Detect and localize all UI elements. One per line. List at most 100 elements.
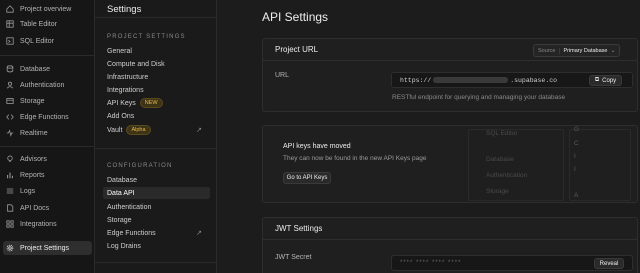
illustration-marker: A bbox=[574, 192, 579, 199]
copy-button[interactable]: ⧉ Copy bbox=[589, 75, 622, 86]
illustration-item: Database bbox=[486, 156, 514, 163]
nav-divider bbox=[0, 146, 95, 147]
sidebar-item-add-ons[interactable]: Add Ons bbox=[103, 110, 210, 122]
reveal-button-label: Reveal bbox=[599, 260, 619, 267]
page-title: API Settings bbox=[262, 10, 329, 24]
source-select[interactable]: Source Primary Database ⌄ bbox=[533, 44, 620, 57]
nav-item-authentication[interactable]: Authentication bbox=[3, 78, 92, 92]
chevron-down-icon: ⌄ bbox=[610, 48, 616, 54]
nav-item-label: Project overview bbox=[20, 5, 72, 13]
url-help-text: RESTful endpoint for querying and managi… bbox=[392, 94, 566, 101]
sidebar-item-general[interactable]: General bbox=[103, 45, 210, 57]
nav-item-reports[interactable]: Reports bbox=[3, 168, 92, 182]
sidebar-item-data-api[interactable]: Data API bbox=[103, 187, 210, 199]
nav-item-label: Project Settings bbox=[20, 244, 70, 252]
nav-item-label: Logs bbox=[20, 187, 36, 195]
nav-item-label: SQL Editor bbox=[20, 37, 54, 45]
nav-item-label: Reports bbox=[20, 171, 45, 179]
copy-icon: ⧉ bbox=[594, 77, 600, 83]
new-badge: NEW bbox=[139, 98, 163, 108]
table-icon bbox=[6, 20, 14, 28]
project-url-card: Project URL Source Primary Database ⌄ UR… bbox=[262, 38, 638, 112]
sidebar-item-infrastructure[interactable]: Infrastructure bbox=[103, 71, 210, 83]
illustration-item: SQL Editor bbox=[486, 130, 518, 137]
source-value: Primary Database bbox=[563, 47, 608, 54]
lightbulb-icon bbox=[6, 155, 14, 163]
illustration-marker: I bbox=[574, 153, 576, 160]
url-suffix: .supabase.co bbox=[510, 77, 558, 84]
nav-item-table-editor[interactable]: Table Editor bbox=[3, 17, 92, 31]
source-label: Source bbox=[534, 47, 561, 54]
sidebar-item-label: Vault bbox=[107, 126, 123, 134]
sidebar-item-storage[interactable]: Storage bbox=[103, 214, 210, 226]
sidebar-item-label: Storage bbox=[107, 216, 132, 224]
illustration-panel bbox=[468, 129, 564, 201]
archive-icon bbox=[6, 97, 14, 105]
sidebar-item-edge-functions[interactable]: Edge Functions ↗ bbox=[103, 227, 210, 239]
sidebar-item-compute-and-disk[interactable]: Compute and Disk bbox=[103, 58, 210, 70]
sidebar-item-api-keys[interactable]: API Keys NEW bbox=[103, 97, 210, 109]
illustration-marker: G bbox=[574, 126, 580, 133]
sidebar-item-label: Log Drains bbox=[107, 242, 141, 250]
nav-item-edge-functions[interactable]: Edge Functions bbox=[3, 110, 92, 124]
illustration-marker: C bbox=[574, 140, 579, 147]
nav-item-project-settings[interactable]: Project Settings bbox=[3, 241, 92, 255]
jwt-heading: JWT Settings bbox=[263, 218, 637, 240]
nav-item-api-docs[interactable]: API Docs bbox=[3, 201, 92, 215]
reveal-button[interactable]: Reveal bbox=[594, 258, 624, 269]
sidebar-divider bbox=[95, 148, 217, 149]
nav-item-project-overview[interactable]: Project overview bbox=[3, 2, 92, 16]
sidebar-item-label: Authentication bbox=[107, 203, 152, 211]
illustration-item: Storage bbox=[486, 188, 509, 195]
nav-item-integrations[interactable]: Integrations bbox=[3, 217, 92, 231]
sidebar-divider bbox=[95, 17, 217, 18]
nav-item-advisors[interactable]: Advisors bbox=[3, 152, 92, 166]
terminal-icon bbox=[6, 37, 14, 45]
url-redacted bbox=[433, 77, 509, 84]
nav-item-sql-editor[interactable]: SQL Editor bbox=[3, 34, 92, 48]
go-to-api-keys-label: Go to API Keys bbox=[286, 175, 328, 181]
sidebar-item-label: Compute and Disk bbox=[107, 60, 165, 68]
nav-item-label: Database bbox=[20, 65, 50, 73]
sidebar-item-database[interactable]: Database bbox=[103, 174, 210, 186]
card-heading-text: JWT Settings bbox=[275, 224, 323, 233]
grid-icon bbox=[6, 220, 14, 228]
left-nav: Project overview Table Editor SQL Editor… bbox=[0, 0, 95, 273]
nav-item-label: Realtime bbox=[20, 129, 48, 137]
nav-item-database[interactable]: Database bbox=[3, 62, 92, 76]
nav-item-label: Storage bbox=[20, 97, 45, 105]
gear-icon bbox=[6, 244, 14, 252]
chart-icon bbox=[6, 171, 14, 179]
nav-item-label: Integrations bbox=[20, 220, 57, 228]
sidebar-item-log-drains[interactable]: Log Drains bbox=[103, 240, 210, 252]
sidebar-item-authentication[interactable]: Authentication bbox=[103, 201, 210, 213]
nav-item-label: Authentication bbox=[20, 81, 65, 89]
sidebar-item-vault[interactable]: Vault Alpha ↗ bbox=[103, 124, 210, 136]
copy-button-label: Copy bbox=[602, 77, 617, 84]
sidebar-item-label: Data API bbox=[107, 189, 135, 197]
jwt-secret-mask: **** **** **** **** bbox=[400, 260, 462, 266]
nav-item-label: Table Editor bbox=[20, 20, 57, 28]
api-keys-moved-subtitle: They can now be found in the new API Key… bbox=[283, 155, 427, 162]
sidebar-item-label: General bbox=[107, 47, 132, 55]
nav-item-label: Advisors bbox=[20, 155, 47, 163]
nav-item-storage[interactable]: Storage bbox=[3, 94, 92, 108]
sidebar-item-label: Infrastructure bbox=[107, 73, 149, 81]
database-icon bbox=[6, 65, 14, 73]
url-label: URL bbox=[275, 72, 290, 79]
configuration-heading: CONFIGURATION bbox=[107, 163, 173, 169]
nav-item-logs[interactable]: Logs bbox=[3, 184, 92, 198]
sidebar-title: Settings bbox=[107, 4, 142, 15]
nav-item-realtime[interactable]: Realtime bbox=[3, 126, 92, 140]
realtime-icon bbox=[6, 129, 14, 137]
jwt-secret-label: JWT Secret bbox=[275, 254, 312, 261]
go-to-api-keys-button[interactable]: Go to API Keys bbox=[283, 172, 331, 184]
sidebar-item-integrations[interactable]: Integrations bbox=[103, 84, 210, 96]
sidebar-item-label: API Keys bbox=[107, 99, 136, 107]
sidebar-item-label: Edge Functions bbox=[107, 229, 156, 237]
external-link-icon: ↗ bbox=[196, 127, 202, 134]
users-icon bbox=[6, 81, 14, 89]
sidebar-item-label: Integrations bbox=[107, 86, 144, 94]
alpha-badge: Alpha bbox=[126, 125, 151, 135]
nav-item-label: Edge Functions bbox=[20, 113, 69, 121]
